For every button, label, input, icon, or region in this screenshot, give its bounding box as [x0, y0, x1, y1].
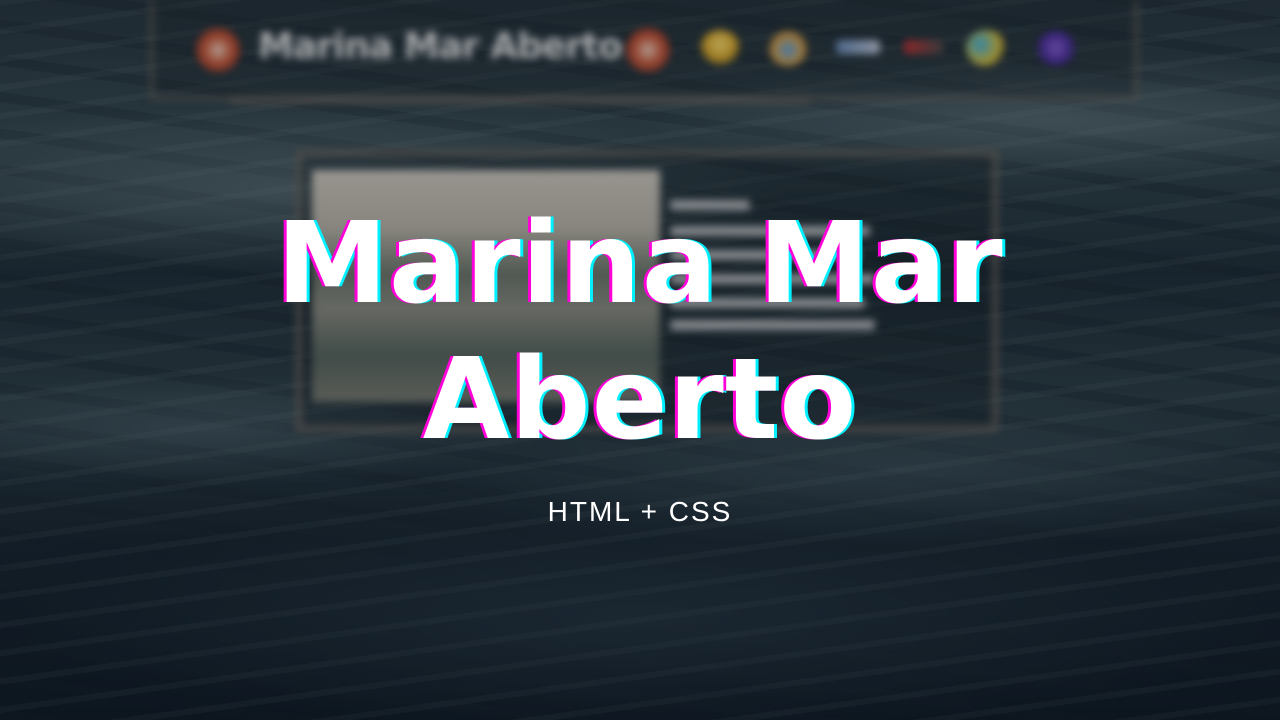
title-line-2: Aberto	[422, 335, 858, 465]
subtitle: HTML + CSS	[547, 496, 733, 527]
title-line-1: Marina Mar	[276, 199, 1004, 329]
thumbnail-stage: Marina Mar Aberto Marina Mar Aberto HTML…	[0, 0, 1280, 720]
main-title: Marina Mar Aberto	[0, 196, 1280, 468]
